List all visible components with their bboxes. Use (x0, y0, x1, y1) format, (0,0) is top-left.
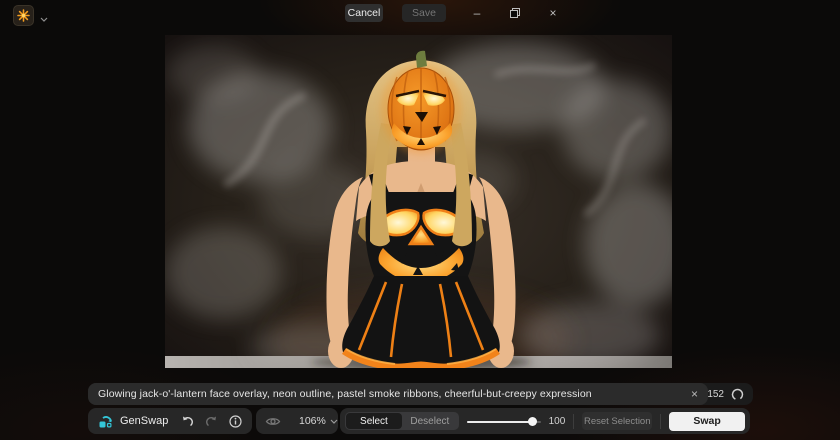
redo-button[interactable] (205, 415, 218, 427)
eye-icon (265, 416, 281, 427)
prompt-bar: Glowing jack-o'-lantern face overlay, ne… (88, 383, 753, 405)
chevron-down-icon (330, 419, 338, 424)
app-window: Cancel Save – × (0, 0, 840, 440)
zoom-dropdown[interactable]: 106% (299, 415, 338, 427)
prompt-input[interactable]: Glowing jack-o'-lantern face overlay, ne… (88, 383, 708, 405)
canvas-image[interactable] (165, 35, 672, 368)
cancel-button[interactable]: Cancel (345, 4, 383, 22)
deselect-tab[interactable]: Deselect (402, 413, 458, 429)
redo-icon (205, 415, 218, 427)
select-tab[interactable]: Select (346, 413, 402, 429)
selection-panel: Select Deselect 100 Reset Selection Swap (340, 408, 750, 434)
restore-window-icon (510, 8, 520, 18)
restore-button[interactable] (500, 3, 530, 23)
undo-icon (181, 415, 194, 427)
prompt-text[interactable]: Glowing jack-o'-lantern face overlay, ne… (98, 388, 689, 400)
app-logo-button[interactable] (13, 5, 34, 26)
slider-value: 100 (549, 416, 566, 427)
sparkle-asterisk-icon (17, 9, 30, 22)
tool-name-label: GenSwap (120, 415, 168, 427)
tool-panel: GenSwap (88, 408, 252, 434)
title-bar: Cancel Save – × (0, 0, 840, 28)
chevron-down-icon (40, 17, 48, 22)
divider (573, 414, 574, 429)
save-button[interactable]: Save (402, 4, 446, 22)
divider (660, 414, 661, 429)
photo-woman-pumpkin (165, 35, 672, 368)
preview-eye-button[interactable] (265, 416, 281, 427)
view-panel: 106% (256, 408, 338, 434)
undo-button[interactable] (181, 415, 194, 427)
slider-fill (467, 421, 533, 423)
genswap-icon (98, 414, 113, 429)
minimize-button[interactable]: – (462, 3, 492, 23)
char-count: 152 (707, 389, 724, 400)
select-mode-toggle: Select Deselect (345, 412, 459, 430)
reset-selection-button[interactable]: Reset Selection (582, 412, 652, 430)
swap-button[interactable]: Swap (669, 412, 745, 431)
zoom-level: 106% (299, 415, 326, 427)
clear-prompt-icon[interactable]: × (689, 387, 700, 401)
slider-thumb[interactable] (528, 417, 537, 426)
app-menu-dropdown[interactable] (40, 9, 48, 27)
brush-size-slider[interactable] (467, 416, 541, 426)
close-button[interactable]: × (538, 3, 568, 23)
info-button[interactable] (229, 415, 242, 428)
char-limit-ring-icon (731, 388, 744, 401)
info-icon (229, 415, 242, 428)
